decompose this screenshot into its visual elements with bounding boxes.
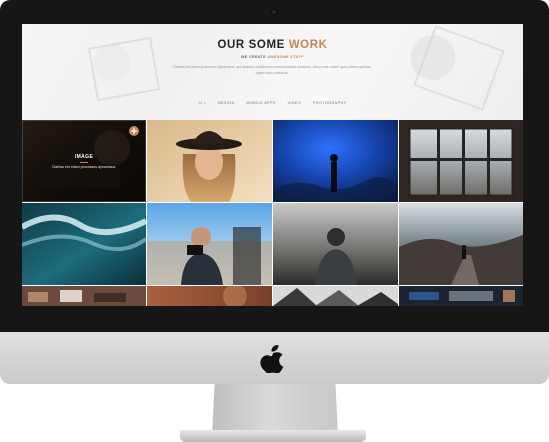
filter-photography[interactable]: PHOTOGRAPHY <box>313 101 347 105</box>
plus-circle-icon <box>130 127 138 135</box>
featured-tile-divider <box>80 162 88 163</box>
portfolio-hero: OUR SOME WORK WE CREATE AWESOME STUFF Cl… <box>22 24 523 120</box>
page-subtitle-prefix: WE CREATE <box>241 55 267 59</box>
portfolio-image <box>22 203 146 285</box>
page-title-accent: WORK <box>288 39 328 51</box>
portfolio-image <box>273 203 398 285</box>
filter-design[interactable]: DESIGN <box>218 101 235 105</box>
portfolio-tile[interactable] <box>273 286 398 306</box>
filter-video[interactable]: VIDEO <box>287 101 301 105</box>
zoom-button[interactable] <box>129 126 139 136</box>
page-title-main: OUR SOME <box>217 39 285 51</box>
portfolio-tile[interactable] <box>399 203 523 285</box>
monitor-stand-foot <box>180 430 366 442</box>
page-title: OUR SOME WORK <box>22 39 523 51</box>
apple-logo-icon <box>260 344 284 373</box>
monitor-stand-neck <box>212 384 338 436</box>
portfolio-image <box>147 203 272 285</box>
portfolio-tile[interactable] <box>399 120 523 202</box>
portfolio-tile[interactable] <box>399 286 523 306</box>
portfolio-image <box>22 286 146 306</box>
filter-mobile-apps[interactable]: MOBILE APPS <box>246 101 276 105</box>
monitor-mockup: OUR SOME WORK WE CREATE AWESOME STUFF Cl… <box>0 0 549 442</box>
portfolio-tile[interactable]: IMAGE Claritas est etiam processus dynam… <box>22 120 146 202</box>
portfolio-image <box>399 120 523 202</box>
portfolio-tile[interactable] <box>147 286 272 306</box>
featured-tile-title: IMAGE <box>74 154 94 160</box>
website-screen: OUR SOME WORK WE CREATE AWESOME STUFF Cl… <box>22 24 523 306</box>
portfolio-image <box>273 286 398 306</box>
portfolio-tile[interactable] <box>273 120 398 202</box>
featured-tile-description: Claritas est etiam processus dynamicus. <box>51 165 117 169</box>
portfolio-image <box>399 286 523 306</box>
portfolio-filter-bar: ALL DESIGN MOBILE APPS VIDEO PHOTOGRAPHY <box>22 101 523 111</box>
portfolio-tile[interactable] <box>273 203 398 285</box>
portfolio-grid: IMAGE Claritas est etiam processus dynam… <box>22 120 523 306</box>
filter-all[interactable]: ALL <box>198 101 206 105</box>
page-subtitle: WE CREATE AWESOME STUFF <box>22 55 523 59</box>
portfolio-tile[interactable] <box>22 286 146 306</box>
hero-description: Claritas est etiam processus dynamicus, … <box>172 65 372 75</box>
monitor-bezel: OUR SOME WORK WE CREATE AWESOME STUFF Cl… <box>0 0 549 332</box>
portfolio-tile[interactable] <box>147 203 272 285</box>
featured-tile-overlay: IMAGE Claritas est etiam processus dynam… <box>22 120 146 202</box>
portfolio-image <box>147 120 272 202</box>
camera-icon <box>270 8 278 16</box>
portfolio-image <box>273 120 398 202</box>
portfolio-tile[interactable] <box>147 120 272 202</box>
portfolio-image <box>147 286 272 306</box>
portfolio-tile[interactable] <box>22 203 146 285</box>
page-subtitle-accent: AWESOME STUFF <box>267 55 304 59</box>
portfolio-image <box>399 203 523 285</box>
